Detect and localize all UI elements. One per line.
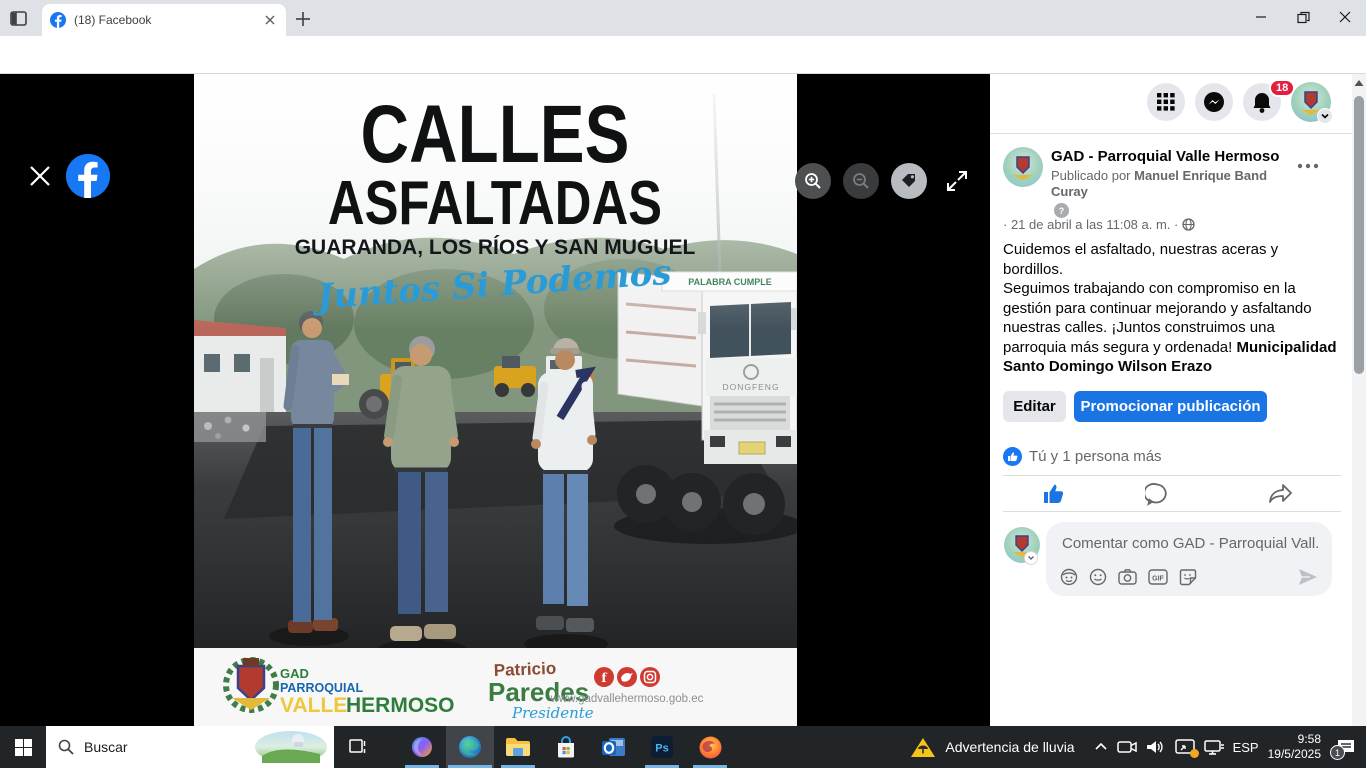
taskbar-photoshop[interactable]: Ps	[638, 726, 686, 768]
start-button[interactable]	[0, 726, 46, 768]
taskbar-firefox[interactable]	[686, 726, 734, 768]
volume-icon[interactable]	[1146, 739, 1166, 755]
page-name[interactable]: GAD - Parroquial Valle Hermoso	[1051, 148, 1279, 165]
post-body: Cuidemos el asfaltado, nuestras aceras y…	[1003, 240, 1341, 377]
post-options-icon[interactable]	[1296, 158, 1320, 176]
svg-text:ASFALTADAS: ASFALTADAS	[328, 169, 662, 238]
svg-text:GAD: GAD	[280, 666, 309, 681]
taskbar: Buscar Ps	[0, 726, 1366, 768]
meet-now-icon[interactable]	[1117, 739, 1137, 755]
like-button[interactable]	[1042, 482, 1066, 511]
account-chevron-icon[interactable]	[1317, 108, 1333, 124]
network-icon[interactable]	[1204, 739, 1224, 755]
search-icon	[58, 739, 74, 755]
share-button[interactable]	[1268, 482, 1294, 511]
search-highlight-image[interactable]	[254, 730, 328, 764]
svg-text:PARROQUIAL: PARROQUIAL	[280, 681, 363, 695]
comment-input[interactable]: Comentar como GAD - Parroquial Vall...	[1062, 535, 1318, 552]
close-viewer-icon[interactable]	[28, 164, 52, 188]
taskbar-outlook[interactable]	[590, 726, 638, 768]
taskbar-store[interactable]	[542, 726, 590, 768]
tab-close-icon[interactable]	[262, 12, 278, 28]
window-controls	[1240, 0, 1366, 34]
new-tab-button[interactable]	[292, 8, 314, 30]
post-panel: 18 GAD - Parroquial Valle Hermoso Public…	[990, 74, 1352, 726]
facebook-logo[interactable]	[66, 154, 110, 198]
svg-text:VALLE: VALLE	[280, 694, 347, 717]
fullscreen-button[interactable]	[944, 168, 970, 199]
taskbar-search[interactable]: Buscar	[46, 726, 334, 768]
edit-button[interactable]: Editar	[1003, 391, 1066, 422]
actions-divider-top	[1003, 475, 1341, 476]
likes-summary[interactable]: Tú y 1 persona más	[1029, 448, 1162, 465]
cast-status-dot	[1190, 749, 1199, 758]
minimize-button[interactable]	[1240, 0, 1282, 34]
svg-text:GIF: GIF	[1152, 576, 1164, 583]
svg-text:HERMOSO: HERMOSO	[346, 694, 455, 717]
poster-footer: GAD PARROQUIAL VALLE HERMOSO Patricio Pa…	[194, 648, 797, 726]
comment-button[interactable]	[1145, 482, 1169, 511]
browser-toolbar: https://www.facebook.com/photo?fbid=1220…	[0, 36, 1366, 74]
zoom-in-button[interactable]	[795, 163, 831, 199]
avatar-sticker-icon[interactable]	[1060, 568, 1078, 586]
taskbar-copilot[interactable]	[398, 726, 446, 768]
page-avatar[interactable]	[1003, 147, 1043, 187]
svg-text:Presidente: Presidente	[511, 704, 594, 722]
scroll-up-icon[interactable]	[1354, 78, 1364, 88]
like-reaction-icon[interactable]	[1003, 447, 1022, 466]
weather-alert-icon[interactable]	[910, 736, 936, 758]
actions-divider-bottom	[1003, 511, 1341, 512]
tab-actions-button[interactable]	[8, 8, 30, 30]
svg-text:?: ?	[1059, 206, 1065, 215]
camera-icon[interactable]	[1118, 568, 1137, 586]
social-icons: f	[594, 667, 660, 687]
apps-menu-icon[interactable]	[1147, 83, 1185, 121]
close-window-button[interactable]	[1324, 0, 1366, 34]
tab-title: (18) Facebook	[74, 13, 254, 27]
composer-identity-chevron-icon[interactable]	[1024, 551, 1038, 565]
search-placeholder: Buscar	[84, 739, 128, 755]
gif-icon[interactable]: GIF	[1148, 568, 1168, 586]
post-timestamp[interactable]: · 21 de abril a las 11:08 a. m. ·	[1003, 217, 1195, 232]
send-comment-icon[interactable]	[1298, 568, 1318, 591]
clock[interactable]: 9:58 19/5/2025	[1268, 732, 1321, 762]
globe-icon	[1182, 218, 1195, 231]
house	[194, 320, 286, 416]
tag-photo-button[interactable]	[891, 163, 927, 199]
clock-time: 9:58	[1268, 732, 1321, 747]
poster-website: www.gadvallehermoso.gob.ec	[550, 693, 704, 705]
help-question-icon[interactable]: ?	[1054, 203, 1069, 218]
language-indicator[interactable]: ESP	[1233, 740, 1259, 755]
facebook-favicon	[50, 12, 66, 28]
screen: (18) Facebook https://www.facebook.com/p…	[0, 0, 1366, 768]
weather-alert-text[interactable]: Advertencia de lluvia	[945, 739, 1074, 755]
svg-text:Ps: Ps	[655, 743, 668, 755]
browser-tab-strip: (18) Facebook	[0, 0, 1366, 36]
tray-expand-icon[interactable]	[1094, 742, 1108, 752]
svg-text:CALLES: CALLES	[361, 88, 630, 180]
taskbar-file-explorer[interactable]	[494, 726, 542, 768]
svg-text:f: f	[601, 671, 607, 685]
notification-count-badge: 1	[1330, 745, 1345, 760]
photo-viewer: PALABRA CUMPLE DONGFENG	[0, 74, 990, 726]
emoji-icon[interactable]	[1089, 568, 1107, 586]
browser-tab-facebook[interactable]: (18) Facebook	[42, 4, 286, 36]
messenger-icon[interactable]	[1195, 83, 1233, 121]
sticker-icon[interactable]	[1179, 568, 1197, 586]
post-photo[interactable]: PALABRA CUMPLE DONGFENG	[194, 74, 797, 726]
panel-divider	[990, 133, 1352, 134]
published-by: Publicado por Manuel Enrique Band Curay	[1051, 168, 1303, 200]
comment-composer[interactable]: Comentar como GAD - Parroquial Vall... G…	[1046, 522, 1332, 596]
taskbar-edge[interactable]	[446, 726, 494, 768]
svg-text:DONGFENG: DONGFENG	[722, 382, 779, 392]
composer-tools: GIF	[1060, 568, 1197, 586]
zoom-out-button[interactable]	[843, 163, 879, 199]
clock-date: 19/5/2025	[1268, 747, 1321, 762]
task-view-button[interactable]	[334, 726, 380, 768]
promote-button[interactable]: Promocionar publicación	[1074, 391, 1267, 422]
restore-button[interactable]	[1282, 0, 1324, 34]
scrollbar-thumb[interactable]	[1354, 96, 1364, 374]
